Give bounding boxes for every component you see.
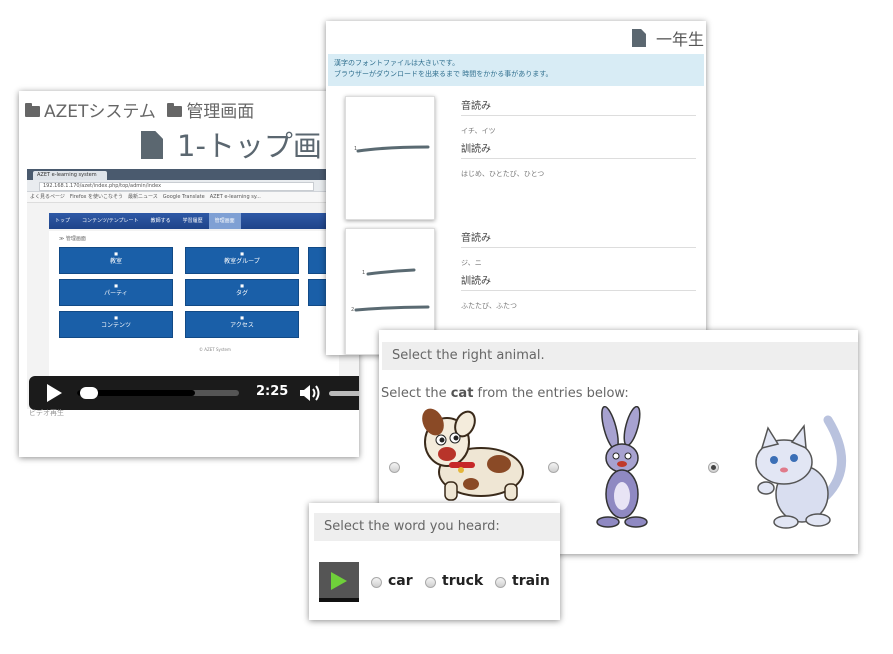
video-caption: ビデオ再生 bbox=[29, 409, 64, 417]
on-reading-label: 音読み bbox=[461, 97, 696, 116]
nav-item-history[interactable]: 学習履歴 bbox=[177, 213, 209, 229]
kanji-stroke-diagram: 1 bbox=[345, 96, 435, 220]
rabbit-icon[interactable] bbox=[590, 406, 660, 530]
question-header: Select the word you heard: bbox=[314, 513, 560, 541]
instruction-text: Select the bbox=[381, 386, 451, 401]
dog-radio[interactable] bbox=[389, 462, 400, 473]
breadcrumb: AZETシステム 管理画面 bbox=[25, 97, 254, 122]
nav-item-contents[interactable]: コンテンツ/テンプレート bbox=[76, 213, 145, 229]
on-reading-label: 音読み bbox=[461, 229, 696, 248]
car-radio[interactable] bbox=[371, 577, 382, 588]
word-question-card: Select the word you heard: car truck tra… bbox=[309, 503, 560, 620]
option-train[interactable]: train bbox=[512, 573, 550, 589]
tile-tag[interactable]: タグ bbox=[185, 272, 299, 306]
play-icon[interactable] bbox=[47, 384, 62, 402]
video-seek-bar[interactable] bbox=[77, 387, 239, 399]
browser-tab-strip: AZET e-learning system bbox=[27, 169, 359, 180]
truck-radio[interactable] bbox=[425, 577, 436, 588]
tile-access[interactable]: アクセス bbox=[185, 304, 299, 338]
instruction-text: from the entries below: bbox=[473, 386, 629, 401]
address-bar[interactable]: 192.168.1.170/azet/index.php/top/admin/i… bbox=[39, 182, 314, 191]
kanji-strokes-ichi: 1 bbox=[354, 145, 430, 153]
stroke-number: 1 bbox=[362, 270, 365, 276]
grade-label: 一年生 bbox=[655, 30, 704, 49]
cat-icon[interactable] bbox=[746, 406, 858, 530]
on-reading-value: イチ、イツ bbox=[461, 127, 496, 135]
browser-tab[interactable]: AZET e-learning system bbox=[33, 171, 107, 180]
embedded-browser-screenshot: AZET e-learning system 192.168.1.170/aze… bbox=[27, 169, 359, 409]
tile-classroom-group[interactable]: 教室グループ bbox=[185, 240, 299, 274]
notice-line: 漢字のフォントファイルは大きいです。 bbox=[334, 59, 460, 67]
kanji-stroke bbox=[354, 305, 430, 312]
font-size-notice: 漢字のフォントファイルは大きいです。 ブラウザーがダウンロードを出来るまで 時間… bbox=[328, 54, 704, 86]
tile-classroom[interactable]: 教室 bbox=[59, 240, 173, 274]
breadcrumb-item-system[interactable]: AZETシステム bbox=[44, 102, 156, 122]
kanji-reading: 音読み ジ、ニ 訓読み ふたたび、ふたつ bbox=[461, 229, 696, 315]
page-title-text: 1-トップ画 bbox=[177, 129, 322, 163]
kun-reading-value: はじめ、ひとたび、ひとつ bbox=[461, 170, 545, 178]
folder-icon bbox=[25, 103, 40, 117]
kanji-reading: 音読み イチ、イツ 訓読み はじめ、ひとたび、ひとつ bbox=[461, 97, 696, 183]
cat-radio[interactable] bbox=[708, 462, 719, 473]
grade-heading: 一年生 bbox=[631, 26, 704, 50]
train-radio[interactable] bbox=[495, 577, 506, 588]
option-car[interactable]: car bbox=[388, 573, 413, 589]
nav-item-top[interactable]: トップ bbox=[49, 213, 76, 229]
kun-reading-value: ふたたび、ふたつ bbox=[461, 302, 517, 310]
kanji-stroke bbox=[356, 145, 430, 153]
kun-reading-label: 訓読み bbox=[461, 272, 696, 291]
rabbit-radio[interactable] bbox=[548, 462, 559, 473]
admin-page-card: AZETシステム 管理画面 1-トップ画 AZET e-learning sys… bbox=[19, 91, 359, 457]
site-footer: © AZET System bbox=[199, 347, 231, 352]
kanji-stroke bbox=[366, 268, 416, 276]
browser-toolbar: 192.168.1.170/azet/index.php/top/admin/i… bbox=[27, 180, 359, 192]
page-title: 1-トップ画 bbox=[141, 123, 322, 165]
question-header: Select the right animal. bbox=[382, 342, 858, 370]
option-truck[interactable]: truck bbox=[442, 573, 483, 589]
stroke-number: 2 bbox=[351, 307, 354, 313]
site-navigation: トップ コンテンツ/テンプレート 教師する 学習履歴 管理画面 bbox=[49, 213, 339, 229]
question-instruction: Select the cat from the entries below: bbox=[381, 386, 629, 401]
tile-party[interactable]: パーティ bbox=[59, 272, 173, 306]
seek-handle[interactable] bbox=[80, 387, 99, 399]
document-icon bbox=[141, 131, 163, 159]
on-reading-value: ジ、ニ bbox=[461, 259, 482, 267]
audio-play-button[interactable] bbox=[319, 562, 359, 602]
video-controls: 2:25 bbox=[29, 376, 359, 410]
volume-icon[interactable] bbox=[299, 383, 321, 403]
folder-icon bbox=[167, 103, 183, 117]
nav-item-admin[interactable]: 管理画面 bbox=[208, 213, 241, 229]
kun-reading-label: 訓読み bbox=[461, 140, 696, 159]
nav-item-teach[interactable]: 教師する bbox=[145, 213, 177, 229]
document-icon bbox=[631, 29, 646, 47]
bookmarks-bar[interactable]: よく見るページ Firefox を使いこなそう 最新ニュース Google Tr… bbox=[27, 192, 359, 203]
tile-contents[interactable]: コンテンツ bbox=[59, 304, 173, 338]
notice-line: ブラウザーがダウンロードを出来るまで 時間をかかる事があります。 bbox=[334, 70, 553, 78]
video-time: 2:25 bbox=[256, 384, 289, 399]
volume-slider[interactable] bbox=[329, 391, 359, 396]
kanji-card: 一年生 漢字のフォントファイルは大きいです。 ブラウザーがダウンロードを出来るま… bbox=[326, 21, 706, 355]
instruction-target-word: cat bbox=[450, 386, 474, 401]
dog-icon[interactable] bbox=[411, 402, 529, 504]
breadcrumb-item-admin[interactable]: 管理画面 bbox=[186, 102, 254, 122]
